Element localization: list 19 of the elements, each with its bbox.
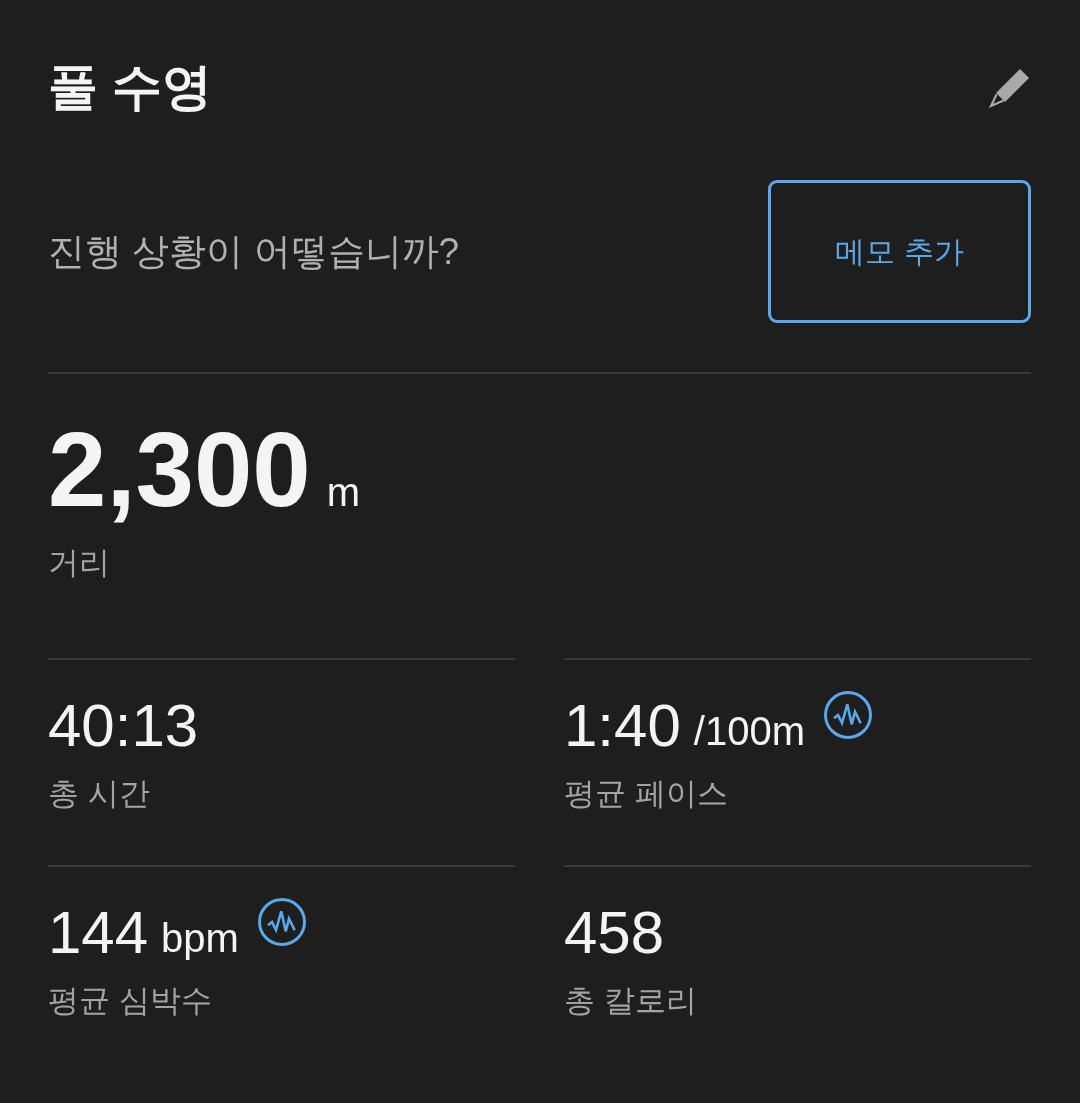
stat-unit: bpm: [161, 918, 239, 958]
stat-value: 458: [564, 903, 665, 963]
pulse-graph-icon[interactable]: [256, 897, 307, 947]
pencil-icon[interactable]: [989, 66, 1031, 108]
stat-label: 평균 페이스: [564, 778, 729, 809]
stat-value: 1:40: [564, 696, 681, 756]
stat-unit: /100m: [693, 711, 805, 751]
stat-label: 총 칼로리: [564, 985, 698, 1016]
add-note-button[interactable]: 메모 추가: [768, 180, 1031, 323]
stat-value: 40:13: [48, 696, 199, 756]
pulse-graph-icon[interactable]: [822, 690, 873, 740]
distance-label: 거리: [48, 547, 111, 578]
stat-value: 144: [48, 903, 149, 963]
activity-title: 풀 수영: [48, 62, 212, 112]
stat-label: 총 시간: [48, 778, 151, 809]
distance-value: 2,300: [48, 417, 311, 522]
distance-unit: m: [326, 472, 361, 512]
note-question: 진행 상황이 어떻습니까?: [48, 233, 460, 270]
stat-label: 평균 심박수: [48, 985, 213, 1016]
